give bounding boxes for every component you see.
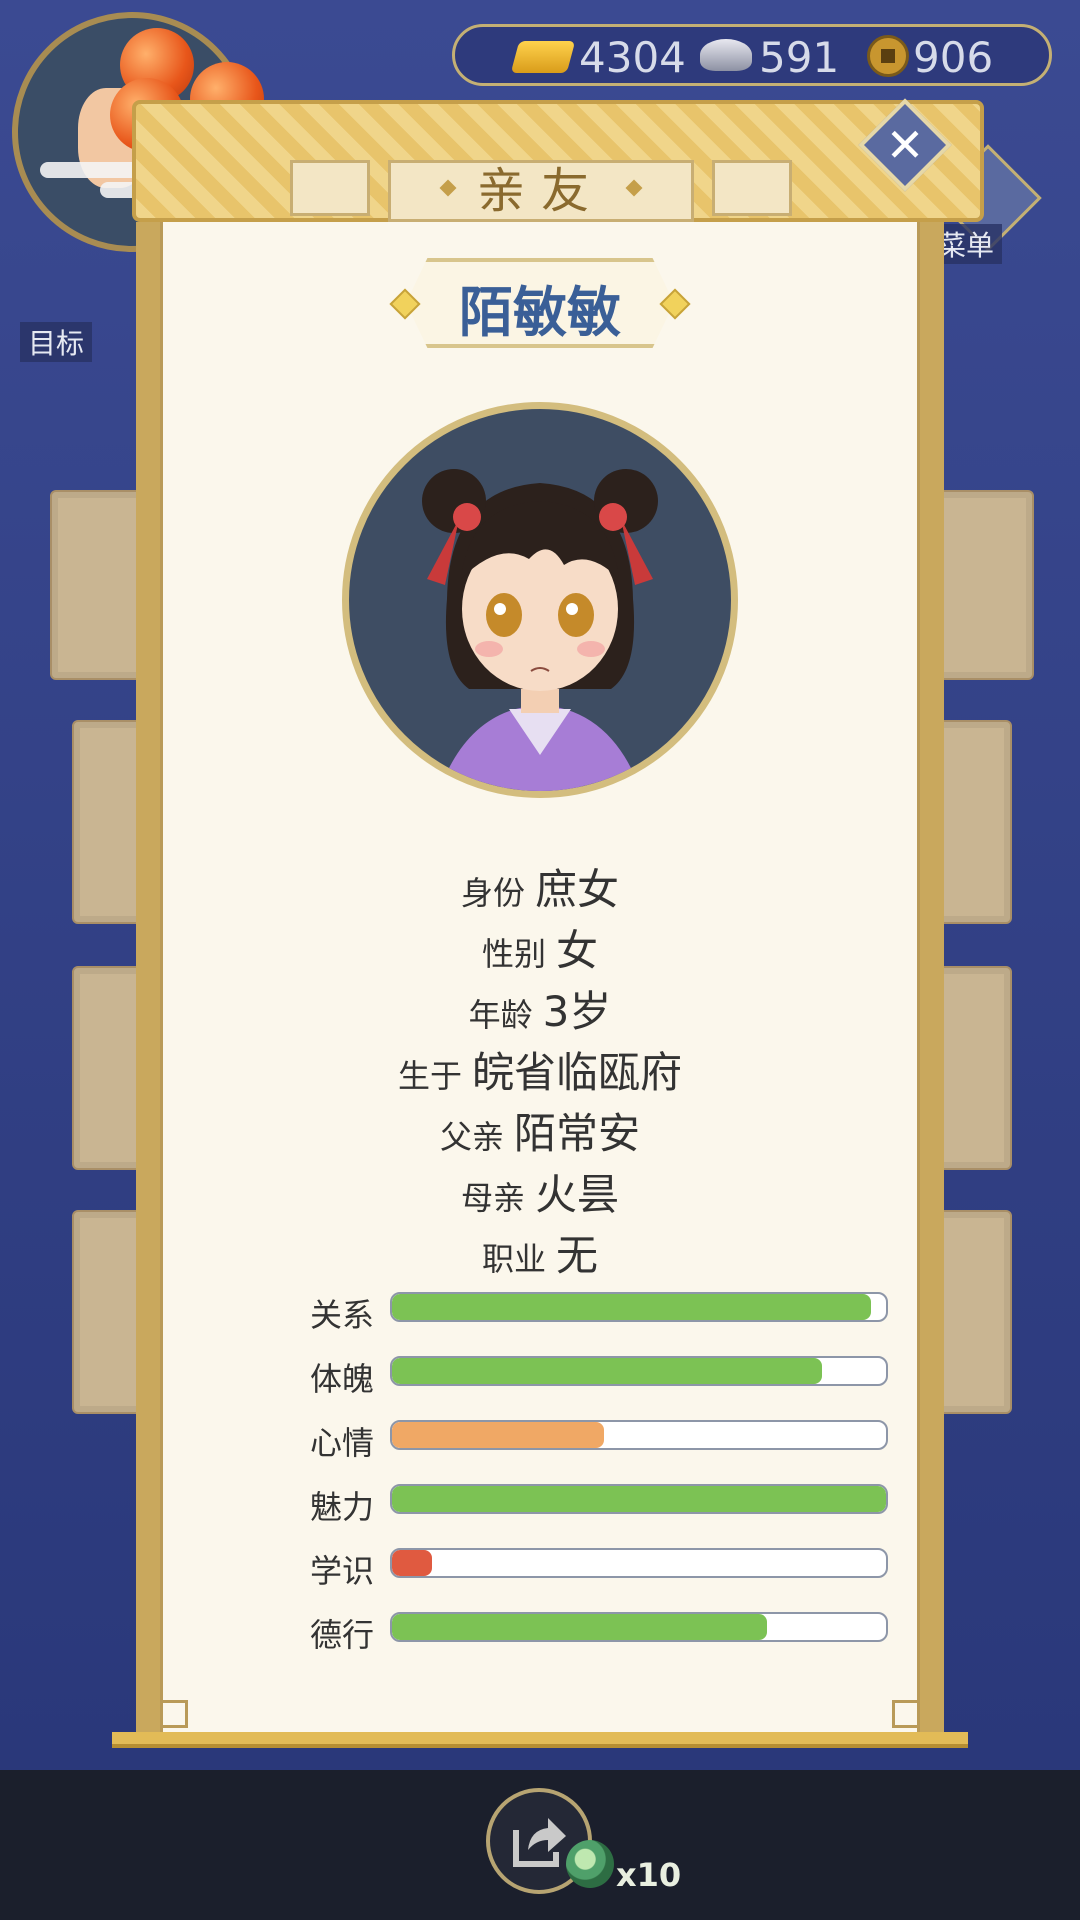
info-row-occupation: 职业无 <box>481 1231 599 1280</box>
info-row-age: 年龄 3岁 <box>468 987 612 1036</box>
gold-ingot-icon <box>510 41 576 73</box>
stat-fill <box>392 1486 886 1512</box>
currency-bar: 4304 591 906 <box>452 24 1052 86</box>
scroll-bottom-rod <box>112 1732 968 1748</box>
stat-bar-relationship <box>390 1292 888 1322</box>
stat-fill <box>392 1614 768 1640</box>
stat-label-virtue: 德行 <box>310 1616 375 1654</box>
gold-amount: 4304 <box>579 33 686 82</box>
dialog-title: 亲友 <box>388 160 694 222</box>
stat-bar-knowledge <box>390 1548 888 1578</box>
info-row-birthplace: 生于 皖省临瓯府 <box>397 1048 683 1097</box>
silver-ingot-icon <box>700 39 752 71</box>
goal-label[interactable]: 目标 <box>20 322 93 362</box>
item-count: x10 <box>616 1856 682 1894</box>
header-side-box <box>712 160 792 216</box>
info-row-gender: 性别女 <box>481 926 599 975</box>
corner-ornament <box>160 1700 188 1728</box>
stat-label-physique: 体魄 <box>310 1360 375 1398</box>
header-side-box <box>290 160 370 216</box>
stat-bar-charm <box>390 1484 888 1514</box>
stat-label-relationship: 关系 <box>310 1296 375 1334</box>
stat-bar-virtue <box>390 1612 888 1642</box>
close-icon: ✕ <box>885 118 925 172</box>
silver-amount: 591 <box>759 33 840 82</box>
info-row-father: 父亲 陌常安 <box>439 1109 641 1158</box>
jade-item-icon <box>566 1840 614 1888</box>
stat-bar-physique <box>390 1356 888 1386</box>
stat-fill <box>392 1422 605 1448</box>
stat-label-knowledge: 学识 <box>310 1552 375 1590</box>
info-row-identity: 身份 庶女 <box>460 865 620 914</box>
stat-label-mood: 心情 <box>310 1424 375 1462</box>
stat-label-charm: 魅力 <box>310 1488 375 1526</box>
stat-bar-mood <box>390 1420 888 1450</box>
corner-ornament <box>892 1700 920 1728</box>
copper-coin-icon <box>867 35 909 77</box>
character-portrait <box>342 402 738 798</box>
character-name: 陌敏敏 <box>459 281 621 344</box>
stat-fill <box>392 1294 872 1320</box>
stat-fill <box>392 1550 432 1576</box>
coin-amount: 906 <box>913 33 994 82</box>
stat-fill <box>392 1358 822 1384</box>
info-row-mother: 母亲 火昙 <box>460 1170 620 1219</box>
share-icon <box>513 1818 566 1867</box>
